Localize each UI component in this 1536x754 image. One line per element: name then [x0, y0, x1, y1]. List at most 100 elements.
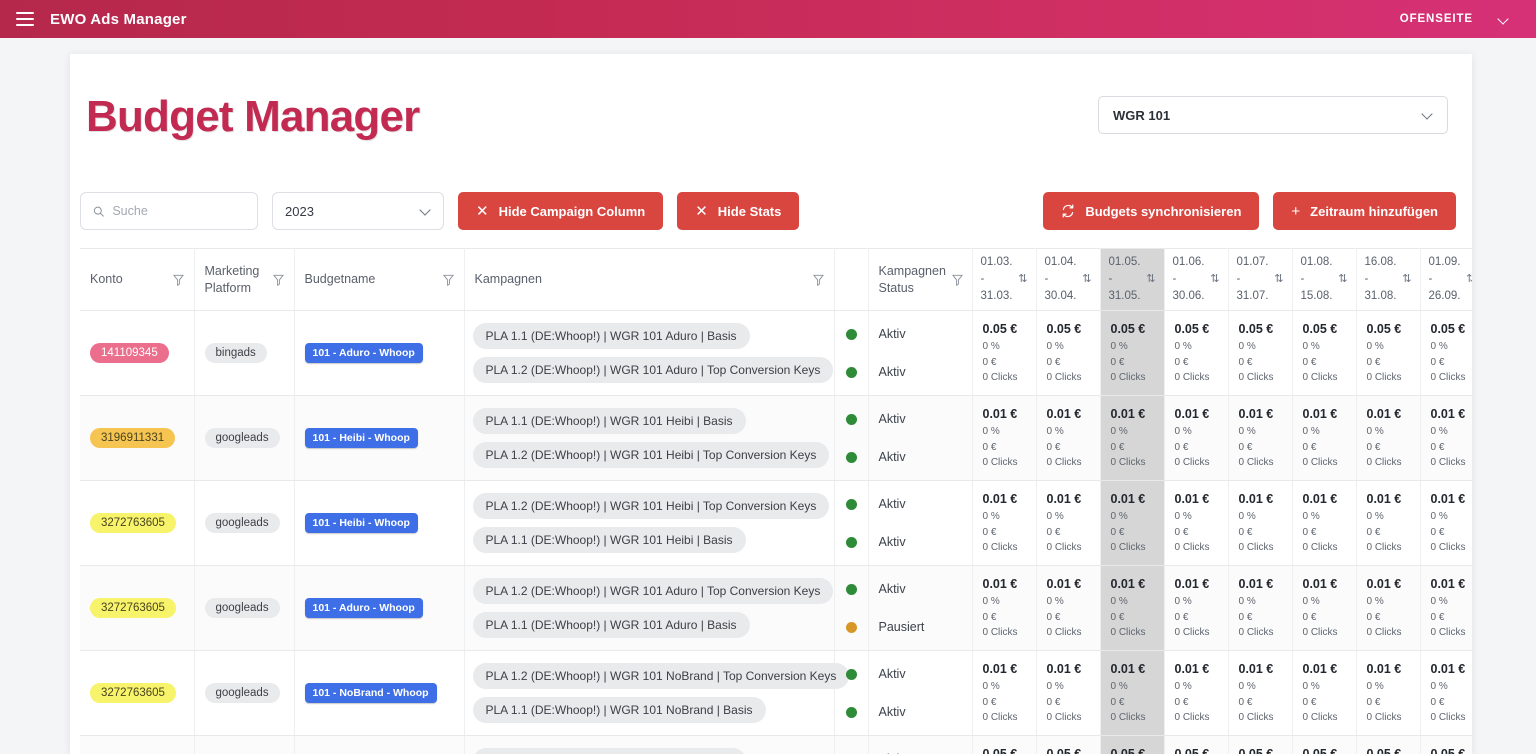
- campaign-name-badge[interactable]: PLA 1.1 (DE:Whoop!) | WGR 101 Heibi | Ba…: [473, 748, 746, 754]
- campaign-name-badge[interactable]: PLA 1.1 (DE:Whoop!) | WGR 101 Heibi | Ba…: [473, 527, 746, 553]
- cell-period-metric[interactable]: 0.01 €0 %0 €0 Clicks: [1356, 396, 1420, 481]
- cell-period-metric[interactable]: 0.05 €0 %0 €0 Clicks: [1292, 736, 1356, 754]
- sort-updown-icon[interactable]: ⇅: [1082, 272, 1091, 288]
- funnel-filter-icon[interactable]: [813, 274, 824, 286]
- cell-period-metric[interactable]: 0.01 €0 %0 €0 Clicks: [1228, 651, 1292, 736]
- year-select[interactable]: 2023: [272, 192, 444, 230]
- cell-period-metric[interactable]: 0.05 €0 %0 €0 Clicks: [972, 311, 1036, 396]
- sort-updown-icon[interactable]: ⇅: [1274, 272, 1283, 288]
- cell-period-metric[interactable]: 0.01 €0 %0 €0 Clicks: [1036, 481, 1100, 566]
- cell-period-metric[interactable]: 0.01 €0 %0 €0 Clicks: [972, 566, 1036, 651]
- search-input[interactable]: [112, 204, 245, 218]
- cell-period-metric[interactable]: 0.05 €0 %0 €0 Clicks: [1292, 311, 1356, 396]
- cell-period-metric[interactable]: 0.01 €0 %0 €0 Clicks: [1420, 396, 1472, 481]
- cell-period-metric[interactable]: 0.01 €0 %0 €0 Clicks: [972, 651, 1036, 736]
- budgetname-badge[interactable]: 101 - Heibi - Whoop: [305, 428, 418, 448]
- cell-period-metric[interactable]: 0.01 €0 %0 €0 Clicks: [1356, 651, 1420, 736]
- campaign-name-badge[interactable]: PLA 1.2 (DE:Whoop!) | WGR 101 Aduro | To…: [473, 578, 834, 604]
- cell-period-metric[interactable]: 0.01 €0 %0 €0 Clicks: [1164, 481, 1228, 566]
- campaign-name-badge[interactable]: PLA 1.1 (DE:Whoop!) | WGR 101 Aduro | Ba…: [473, 612, 750, 638]
- cell-period-metric[interactable]: 0.05 €0 %0 €0 Clicks: [1164, 736, 1228, 754]
- cell-period-metric[interactable]: 0.01 €0 %0 €0 Clicks: [1164, 566, 1228, 651]
- hide-campaign-column-button[interactable]: ✕ Hide Campaign Column: [458, 192, 663, 230]
- table-row[interactable]: 3196911331googleads101 - Heibi - WhoopPL…: [80, 396, 1472, 481]
- cell-period-metric[interactable]: 0.01 €0 %0 €0 Clicks: [1420, 651, 1472, 736]
- cell-period-metric[interactable]: 0.05 €0 %0 €0 Clicks: [1420, 736, 1472, 754]
- cell-period-metric[interactable]: 0.01 €0 %0 €0 Clicks: [972, 396, 1036, 481]
- column-header-period-4[interactable]: 01.06.-⇅30.06.: [1164, 249, 1228, 311]
- chevron-down-icon[interactable]: [1499, 14, 1510, 25]
- table-row[interactable]: 141109345bingads101 - Aduro - WhoopPLA 1…: [80, 311, 1472, 396]
- sort-updown-icon[interactable]: ⇅: [1466, 272, 1472, 288]
- cell-period-metric[interactable]: 0.01 €0 %0 €0 Clicks: [1100, 651, 1164, 736]
- cell-period-metric[interactable]: 0.05 €0 %0 €0 Clicks: [1228, 736, 1292, 754]
- sort-updown-icon[interactable]: ⇅: [1210, 272, 1219, 288]
- cell-period-metric[interactable]: 0.01 €0 %0 €0 Clicks: [1356, 481, 1420, 566]
- cell-period-metric[interactable]: 0.05 €0 %0 €0 Clicks: [1356, 311, 1420, 396]
- funnel-filter-icon[interactable]: [443, 274, 454, 286]
- cell-period-metric[interactable]: 0.01 €0 %0 €0 Clicks: [1356, 566, 1420, 651]
- cell-period-metric[interactable]: 0.01 €0 %0 €0 Clicks: [1228, 566, 1292, 651]
- cell-period-metric[interactable]: 0.01 €0 %0 €0 Clicks: [1100, 396, 1164, 481]
- cell-period-metric[interactable]: 0.01 €0 %0 €0 Clicks: [1292, 481, 1356, 566]
- funnel-filter-icon[interactable]: [952, 274, 963, 286]
- cell-period-metric[interactable]: 0.01 €0 %0 €0 Clicks: [1036, 566, 1100, 651]
- cell-period-metric[interactable]: 0.01 €0 %0 €0 Clicks: [972, 481, 1036, 566]
- cell-period-metric[interactable]: 0.01 €0 %0 €0 Clicks: [1228, 481, 1292, 566]
- cell-period-metric[interactable]: 0.01 €0 %0 €0 Clicks: [1036, 396, 1100, 481]
- sort-updown-icon[interactable]: ⇅: [1018, 272, 1027, 288]
- sync-budgets-button[interactable]: Budgets synchronisieren: [1043, 192, 1259, 230]
- cell-period-metric[interactable]: 0.01 €0 %0 €0 Clicks: [1292, 396, 1356, 481]
- campaign-name-badge[interactable]: PLA 1.2 (DE:Whoop!) | WGR 101 Heibi | To…: [473, 442, 830, 468]
- table-row[interactable]: 3272763605googleads101 - Aduro - WhoopPL…: [80, 566, 1472, 651]
- sort-updown-icon[interactable]: ⇅: [1402, 272, 1411, 288]
- cell-period-metric[interactable]: 0.05 €0 %0 €0 Clicks: [1420, 311, 1472, 396]
- cell-period-metric[interactable]: 0.01 €0 %0 €0 Clicks: [1036, 651, 1100, 736]
- table-row[interactable]: 3272763605googleads101 - Heibi - WhoopPL…: [80, 481, 1472, 566]
- budgetname-badge[interactable]: 101 - Aduro - Whoop: [305, 343, 423, 363]
- funnel-filter-icon[interactable]: [173, 274, 184, 286]
- account-menu-label[interactable]: OFENSEITE: [1400, 13, 1473, 25]
- sort-updown-icon[interactable]: ⇅: [1146, 272, 1155, 288]
- cell-period-metric[interactable]: 0.05 €0 %0 €0 Clicks: [1228, 311, 1292, 396]
- campaign-name-badge[interactable]: PLA 1.2 (DE:Whoop!) | WGR 101 Heibi | To…: [473, 493, 830, 519]
- campaign-name-badge[interactable]: PLA 1.1 (DE:Whoop!) | WGR 101 Aduro | Ba…: [473, 323, 750, 349]
- cell-period-metric[interactable]: 0.01 €0 %0 €0 Clicks: [1420, 481, 1472, 566]
- campaign-name-badge[interactable]: PLA 1.1 (DE:Whoop!) | WGR 101 Heibi | Ba…: [473, 408, 746, 434]
- cell-period-metric[interactable]: 0.01 €0 %0 €0 Clicks: [1164, 651, 1228, 736]
- cell-period-metric[interactable]: 0.05 €0 %0 €0 Clicks: [1036, 311, 1100, 396]
- column-header-period-1[interactable]: 01.03.-⇅31.03.: [972, 249, 1036, 311]
- cell-period-metric[interactable]: 0.01 €0 %0 €0 Clicks: [1292, 651, 1356, 736]
- cell-period-metric[interactable]: 0.05 €0.00 %0 €0 Clicks: [972, 736, 1036, 754]
- column-header-period-2[interactable]: 01.04.-⇅30.04.: [1036, 249, 1100, 311]
- budget-table-container[interactable]: KontoMarketing PlatformBudgetnameKampagn…: [80, 248, 1472, 754]
- cell-period-metric[interactable]: 0.01 €0 %0 €0 Clicks: [1164, 396, 1228, 481]
- budgetname-badge[interactable]: 101 - Aduro - Whoop: [305, 598, 423, 618]
- cell-period-metric[interactable]: 0.05 €0 %0 €0 Clicks: [1100, 311, 1164, 396]
- funnel-filter-icon[interactable]: [273, 274, 284, 286]
- cell-period-metric[interactable]: 0.05 €0 %0 €0 Clicks: [1356, 736, 1420, 754]
- cell-period-metric[interactable]: 0.05 €0.00 %0 €0 Clicks: [1036, 736, 1100, 754]
- cell-period-metric[interactable]: 0.01 €0 %0 €0 Clicks: [1100, 566, 1164, 651]
- cell-period-metric[interactable]: 0.01 €0 %0 €0 Clicks: [1100, 481, 1164, 566]
- hamburger-menu-icon[interactable]: [16, 12, 34, 26]
- column-header-period-3[interactable]: 01.05.-⇅31.05.: [1100, 249, 1164, 311]
- cell-period-metric[interactable]: 0.01 €0 %0 €0 Clicks: [1292, 566, 1356, 651]
- column-header-period-5[interactable]: 01.07.-⇅31.07.: [1228, 249, 1292, 311]
- column-header-period-6[interactable]: 01.08.-⇅15.08.: [1292, 249, 1356, 311]
- budgetname-badge[interactable]: 101 - Heibi - Whoop: [305, 513, 418, 533]
- budgetname-badge[interactable]: 101 - NoBrand - Whoop: [305, 683, 437, 703]
- column-header-period-7[interactable]: 16.08.-⇅31.08.: [1356, 249, 1420, 311]
- cell-period-metric[interactable]: 0.01 €0 %0 €0 Clicks: [1420, 566, 1472, 651]
- cell-period-metric[interactable]: 0.05 €0 %0 €0 Clicks: [1164, 311, 1228, 396]
- campaign-name-badge[interactable]: PLA 1.1 (DE:Whoop!) | WGR 101 NoBrand | …: [473, 697, 766, 723]
- search-box[interactable]: [80, 192, 258, 230]
- hide-stats-button[interactable]: ✕ Hide Stats: [677, 192, 799, 230]
- campaign-name-badge[interactable]: PLA 1.2 (DE:Whoop!) | WGR 101 NoBrand | …: [473, 663, 850, 689]
- add-period-button[interactable]: + Zeitraum hinzufügen: [1273, 192, 1456, 230]
- column-header-period-8[interactable]: 01.09.-⇅26.09.: [1420, 249, 1472, 311]
- sort-updown-icon[interactable]: ⇅: [1338, 272, 1347, 288]
- table-row[interactable]: 141109345bingads101 - Heibi - WhoopPLA 1…: [80, 736, 1472, 754]
- cell-period-metric[interactable]: 0.05 €0 %0 €0 Clicks: [1100, 736, 1164, 754]
- account-group-select[interactable]: WGR 101: [1098, 96, 1448, 134]
